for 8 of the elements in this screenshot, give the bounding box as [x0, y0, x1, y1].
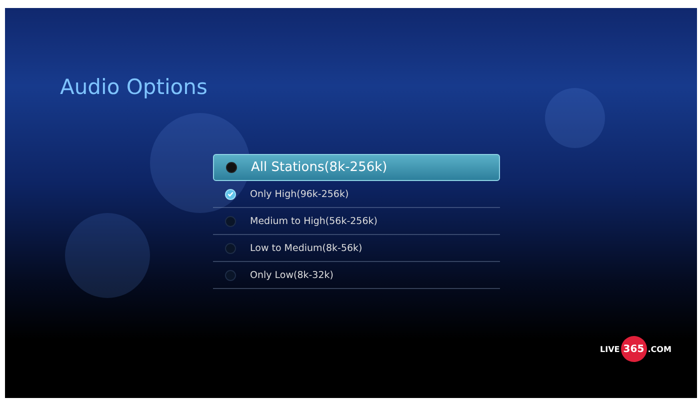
option-row[interactable]: Low to Medium(8k-56k) — [213, 235, 500, 262]
logo-badge: 365 — [620, 336, 647, 362]
option-row[interactable]: Only Low(8k-32k) — [213, 262, 500, 289]
logo-text: .COM — [648, 344, 672, 354]
screen-title: Audio Options — [60, 75, 208, 99]
option-row[interactable]: Medium to High(56k-256k) — [213, 208, 500, 235]
logo-text: LIVE — [600, 344, 620, 354]
option-row[interactable]: Only High(96k-256k) — [213, 181, 500, 208]
